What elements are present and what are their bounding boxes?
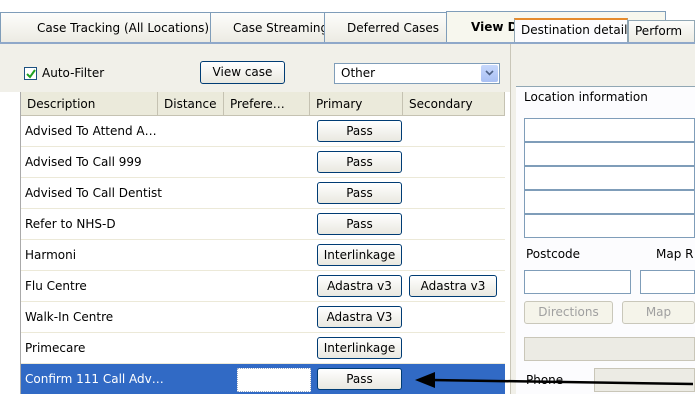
location-line-3[interactable]: [524, 166, 695, 190]
pointer-arrow-icon: [415, 372, 694, 388]
destinations-grid: Description Distance Prefere… Primary Se…: [20, 92, 505, 394]
row-description: Flu Centre: [25, 279, 87, 293]
postcode-field[interactable]: [524, 270, 631, 294]
auto-filter-checkbox[interactable]: [24, 67, 37, 80]
column-header-preference[interactable]: Prefere…: [224, 92, 310, 116]
map-ref-label: Map R: [656, 247, 694, 261]
column-header-description[interactable]: Description: [21, 92, 158, 116]
tab-performance[interactable]: Perform: [628, 20, 695, 42]
table-row[interactable]: Advised To Call 999 Pass: [21, 147, 505, 178]
destination-filter-select[interactable]: Other: [334, 63, 500, 84]
row-description: Advised To Call 999: [25, 155, 142, 169]
auto-filter-label: Auto-Filter: [42, 66, 105, 80]
row-description: Advised To Attend A…: [25, 124, 157, 138]
primary-pass-button[interactable]: Pass: [317, 368, 402, 390]
location-line-4[interactable]: [524, 190, 695, 214]
location-line-2[interactable]: [524, 142, 695, 166]
primary-adastra-button[interactable]: Adastra V3: [317, 306, 402, 328]
column-header-distance[interactable]: Distance: [158, 92, 224, 116]
secondary-adastra-button[interactable]: Adastra v3: [409, 275, 497, 297]
tab-label: Deferred Cases: [347, 21, 440, 35]
table-row[interactable]: Walk-In Centre Adastra V3: [21, 302, 505, 333]
row-description: Confirm 111 Call Adv…: [25, 372, 164, 386]
check-icon: [26, 69, 36, 79]
table-row[interactable]: Refer to NHS-D Pass: [21, 209, 505, 240]
primary-pass-button[interactable]: Pass: [317, 213, 402, 235]
grid-header: Description Distance Prefere… Primary Se…: [21, 92, 505, 116]
tab-deferred-cases[interactable]: Deferred Cases: [324, 12, 454, 42]
tab-case-streaming[interactable]: Case Streaming: [210, 12, 337, 42]
map-ref-field[interactable]: [640, 270, 695, 294]
row-description: Harmoni: [25, 248, 77, 262]
primary-interlinkage-button[interactable]: Interlinkage: [317, 244, 402, 266]
destination-filter-value: Other: [341, 66, 376, 80]
tab-label: Case Streaming: [233, 21, 329, 35]
map-button[interactable]: Map: [622, 301, 695, 324]
table-row[interactable]: Harmoni Interlinkage: [21, 240, 505, 271]
location-line-1[interactable]: [524, 118, 695, 142]
directions-button[interactable]: Directions: [524, 301, 613, 324]
primary-adastra-button[interactable]: Adastra v3: [317, 275, 402, 297]
primary-pass-button[interactable]: Pass: [317, 120, 402, 142]
row-description: Walk-In Centre: [25, 310, 114, 324]
dropdown-button[interactable]: [481, 65, 498, 82]
primary-pass-button[interactable]: Pass: [317, 182, 402, 204]
location-info-label: Location information: [524, 90, 648, 104]
chevron-down-icon: [485, 70, 494, 76]
column-header-primary[interactable]: Primary: [310, 92, 403, 116]
row-description: Advised To Call Dentist: [25, 186, 163, 200]
destination-status-bar: [524, 337, 695, 361]
row-description: Refer to NHS-D: [25, 217, 116, 231]
table-row[interactable]: Advised To Call Dentist Pass: [21, 178, 505, 209]
table-row[interactable]: Flu Centre Adastra v3 Adastra v3: [21, 271, 505, 302]
postcode-label: Postcode: [526, 247, 581, 261]
location-line-5[interactable]: [524, 214, 695, 238]
row-description: Primecare: [25, 341, 86, 355]
table-row[interactable]: Advised To Attend A… Pass: [21, 116, 505, 147]
preference-edit-cell[interactable]: [237, 368, 311, 392]
table-row[interactable]: Primecare Interlinkage: [21, 333, 505, 364]
tab-label: Case Tracking (All Locations): [37, 21, 210, 35]
view-case-button[interactable]: View case: [200, 61, 285, 84]
primary-pass-button[interactable]: Pass: [317, 151, 402, 173]
column-header-secondary[interactable]: Secondary: [403, 92, 505, 116]
tab-case-tracking[interactable]: Case Tracking (All Locations): [0, 12, 223, 42]
primary-interlinkage-button[interactable]: Interlinkage: [317, 337, 402, 359]
tab-destination-details[interactable]: Destination details: [514, 18, 628, 42]
